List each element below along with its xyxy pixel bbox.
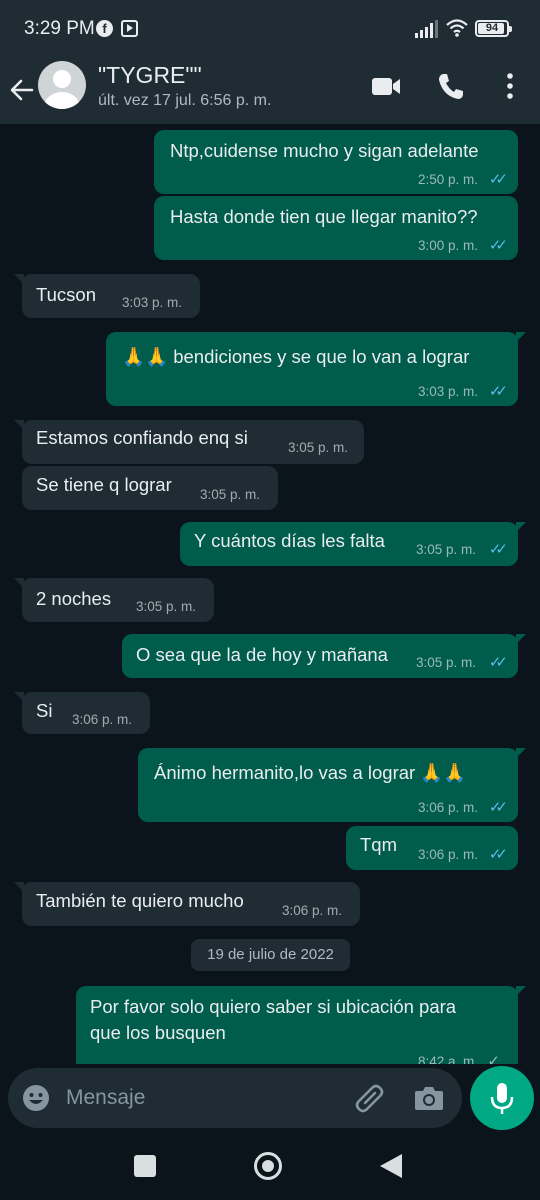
status-time: 3:29 PM	[24, 18, 95, 39]
bubble-tail	[14, 274, 24, 284]
microphone-button[interactable]	[470, 1066, 534, 1130]
avatar[interactable]	[38, 61, 86, 109]
avatar-head	[53, 70, 71, 88]
message-text: Ánimo hermanito,lo vas a lograr 🙏🙏	[154, 762, 467, 783]
message-composer	[8, 1068, 462, 1128]
message-text: También te quiero mucho	[36, 890, 244, 911]
signal-icon	[415, 20, 438, 38]
read-ticks-icon: ✓✓	[488, 846, 508, 863]
back-arrow-icon[interactable]	[8, 70, 36, 110]
bubble-tail	[516, 522, 526, 532]
whatsapp-chat-screen: 3:29 PM f 94 "TYGRE"" últ. vez 17 jul. 6…	[0, 0, 540, 1200]
chat-header: "TYGRE"" últ. vez 17 jul. 6:56 p. m.	[0, 56, 540, 124]
read-ticks-icon: ✓✓	[488, 541, 508, 558]
message-bubble[interactable]: Ánimo hermanito,lo vas a lograr 🙏🙏 3:06 …	[138, 748, 526, 822]
more-options-icon[interactable]	[492, 68, 528, 104]
message-time: 3:05 p. m.	[415, 655, 476, 670]
media-app-icon	[121, 20, 138, 37]
read-ticks-icon: ✓✓	[488, 171, 508, 188]
message-bubble[interactable]: O sea que la de hoy y mañana 3:05 p. m. …	[122, 634, 526, 678]
message-time: 3:00 p. m.	[417, 238, 478, 253]
message-bubble[interactable]: Y cuántos días les falta 3:05 p. m. ✓✓	[180, 522, 526, 566]
sent-tick-icon: ✓	[487, 1053, 500, 1064]
camera-icon[interactable]	[414, 1084, 444, 1112]
bubble-tail	[516, 986, 526, 996]
status-bar: 3:29 PM f 94	[0, 0, 540, 56]
message-bubble[interactable]: Se tiene q lograr 3:05 p. m.	[22, 466, 278, 510]
message-text: Se tiene q lograr	[36, 474, 172, 495]
wifi-icon	[446, 19, 468, 37]
bubble-tail	[14, 420, 24, 430]
message-text: Ntp,cuidense mucho y sigan adelante	[170, 140, 479, 161]
phone-icon[interactable]	[433, 68, 469, 104]
message-text: 🙏🙏 bendiciones y se que lo van a lograr	[122, 346, 470, 367]
home-icon[interactable]	[254, 1152, 282, 1180]
message-time: 3:05 p. m.	[288, 440, 349, 455]
message-text: 2 noches	[36, 588, 112, 609]
bubble-tail	[14, 578, 24, 588]
bubble-tail	[516, 748, 526, 758]
message-bubble[interactable]: Tucson 3:03 p. m.	[14, 274, 200, 318]
chat-messages[interactable]: Ntp,cuidense mucho y sigan adelante 2:50…	[0, 124, 540, 1064]
message-time: 3:05 p. m.	[136, 599, 197, 614]
message-text: Tucson	[36, 284, 96, 305]
message-bubble[interactable]: Ntp,cuidense mucho y sigan adelante 2:50…	[154, 130, 518, 194]
video-call-icon[interactable]	[368, 68, 404, 104]
bubble-tail	[14, 692, 24, 702]
system-nav-bar	[0, 1136, 540, 1200]
message-time: 3:06 p. m.	[417, 847, 478, 862]
read-ticks-icon: ✓✓	[488, 654, 508, 671]
recent-apps-icon[interactable]	[134, 1155, 156, 1177]
message-time: 3:06 p. m.	[72, 712, 133, 727]
message-time: 3:05 p. m.	[200, 487, 261, 502]
battery-level: 94	[485, 22, 499, 34]
message-text: Tqm	[360, 834, 397, 855]
message-time: 2:50 p. m.	[417, 172, 478, 187]
bubble-tail	[516, 332, 526, 342]
battery-icon: 94	[475, 20, 512, 37]
read-ticks-icon: ✓✓	[488, 237, 508, 254]
message-bubble[interactable]: 2 noches 3:05 p. m.	[14, 578, 214, 622]
message-text: Hasta donde tien que llegar manito??	[170, 206, 478, 227]
date-separator: 19 de julio de 2022	[191, 939, 350, 971]
emoji-icon[interactable]	[22, 1084, 50, 1112]
message-text: Si	[36, 700, 53, 721]
message-text: Estamos confiando enq si	[36, 427, 248, 448]
message-time: 3:05 p. m.	[415, 542, 476, 557]
message-text: Por favor solo quiero saber si ubicación…	[90, 996, 457, 1043]
message-bubble[interactable]: Tqm 3:06 p. m. ✓✓	[346, 826, 518, 870]
message-input[interactable]	[66, 1068, 346, 1128]
attachment-icon[interactable]	[354, 1082, 384, 1114]
message-bubble[interactable]: 🙏🙏 bendiciones y se que lo van a lograr …	[106, 332, 526, 406]
message-text: O sea que la de hoy y mañana	[136, 644, 388, 665]
nav-back-icon[interactable]	[380, 1154, 402, 1178]
contact-name[interactable]: "TYGRE""	[98, 62, 202, 89]
message-time: 8:42 a. m.	[417, 1054, 478, 1064]
message-time: 3:03 p. m.	[417, 384, 478, 399]
message-time: 3:03 p. m.	[122, 295, 183, 310]
read-ticks-icon: ✓✓	[488, 383, 508, 400]
message-bubble[interactable]: Por favor solo quiero saber si ubicación…	[76, 986, 526, 1064]
message-time: 3:06 p. m.	[417, 800, 478, 815]
message-text: Y cuántos días les falta	[194, 530, 385, 551]
message-time: 3:06 p. m.	[282, 903, 343, 918]
last-seen: últ. vez 17 jul. 6:56 p. m.	[98, 92, 272, 109]
bubble-tail	[14, 882, 24, 892]
facebook-icon: f	[96, 20, 113, 37]
read-ticks-icon: ✓✓	[488, 799, 508, 816]
bubble-tail	[516, 634, 526, 644]
message-bubble[interactable]: También te quiero mucho 3:06 p. m.	[14, 882, 360, 926]
message-bubble[interactable]: Estamos confiando enq si 3:05 p. m.	[14, 420, 364, 464]
avatar-body	[44, 92, 80, 109]
message-bubble[interactable]: Si 3:06 p. m.	[14, 692, 150, 734]
message-bubble[interactable]: Hasta donde tien que llegar manito?? 3:0…	[154, 196, 518, 260]
